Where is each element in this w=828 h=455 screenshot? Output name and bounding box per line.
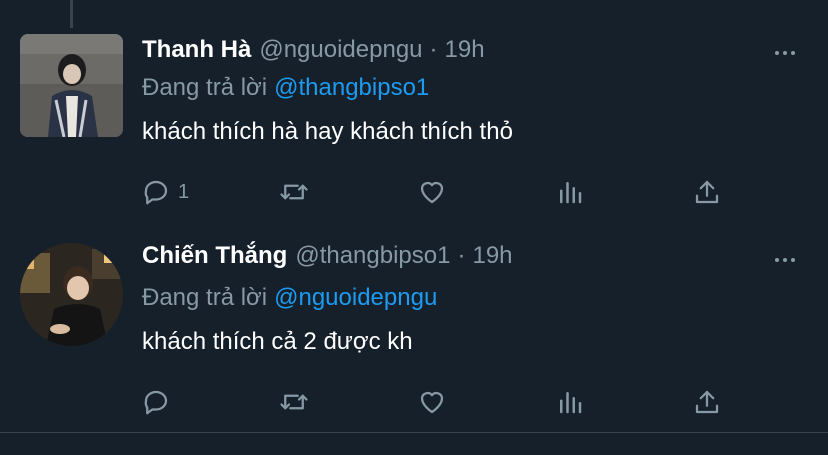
author-handle[interactable]: @thangbipso1 [295, 242, 450, 270]
tweet-actions [0, 382, 828, 422]
replying-to: Đang trả lời @thangbipso1 [142, 74, 429, 102]
like-button[interactable] [417, 172, 447, 212]
tweet-text: khách thích hà hay khách thích thỏ [142, 118, 513, 145]
share-icon [695, 390, 719, 414]
separator: · [429, 36, 438, 63]
separator: · [457, 242, 466, 269]
retweet-button[interactable] [279, 382, 309, 422]
reply-button[interactable] [141, 382, 178, 422]
retweet-icon [280, 394, 308, 410]
share-button[interactable] [692, 172, 722, 212]
heart-icon [420, 181, 444, 204]
mention-link[interactable]: @thangbipso1 [274, 74, 429, 101]
avatar[interactable] [20, 243, 123, 346]
share-button[interactable] [692, 382, 722, 422]
more-dots-icon[interactable] [770, 250, 800, 270]
tweet-header: Thanh Hà @nguoidepngu · 19h [142, 36, 485, 70]
reply-icon [144, 180, 168, 205]
analytics-icon [560, 392, 582, 414]
analytics-icon [560, 182, 582, 204]
replying-prefix: Đang trả lời [142, 74, 268, 101]
reply-icon [144, 390, 168, 415]
analytics-button[interactable] [555, 172, 585, 212]
author-handle[interactable]: @nguoidepngu [259, 36, 422, 64]
tweet-header: Chiến Thắng @thangbipso1 · 19h [142, 242, 513, 276]
share-icon [695, 180, 719, 204]
replying-to: Đang trả lời @nguoidepngu [142, 284, 437, 312]
tweet-text: khách thích cả 2 được kh [142, 328, 413, 355]
tweet-divider [0, 432, 828, 433]
tweet[interactable]: Thanh Hà @nguoidepngu · 19h Đang trả lời… [0, 0, 828, 222]
heart-icon [420, 391, 444, 414]
mention-link[interactable]: @nguoidepngu [274, 284, 437, 311]
replying-prefix: Đang trả lời [142, 284, 268, 311]
reply-button[interactable]: 1 [141, 172, 189, 212]
like-button[interactable] [417, 382, 447, 422]
retweet-button[interactable] [279, 172, 309, 212]
more-dots-icon[interactable] [770, 43, 800, 63]
timestamp[interactable]: 19h [472, 242, 512, 270]
tweet[interactable]: Chiến Thắng @thangbipso1 · 19h Đang trả … [0, 222, 828, 432]
avatar[interactable] [20, 34, 123, 137]
author-name[interactable]: Chiến Thắng [142, 242, 287, 270]
reply-count: 1 [178, 180, 190, 203]
author-name[interactable]: Thanh Hà [142, 36, 251, 64]
tweet-actions: 1 [0, 172, 828, 212]
timestamp[interactable]: 19h [445, 36, 485, 64]
analytics-button[interactable] [555, 382, 585, 422]
retweet-icon [280, 184, 308, 200]
